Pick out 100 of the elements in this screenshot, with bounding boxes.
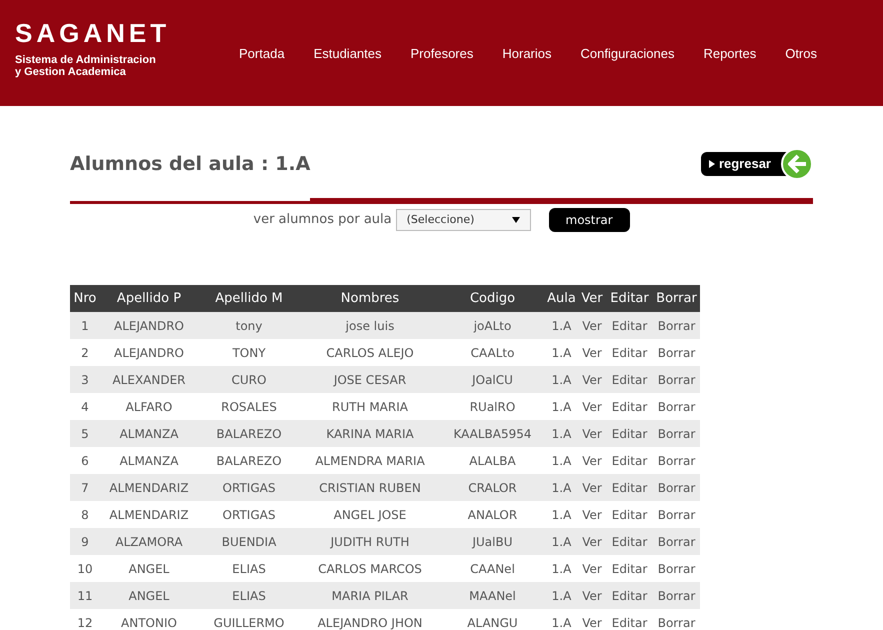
table-cell: 3 <box>70 366 100 393</box>
table-cell: 2 <box>70 339 100 366</box>
table-cell: 1.A <box>545 582 578 609</box>
action-link[interactable]: Editar <box>606 528 653 555</box>
table-cell: 1.A <box>545 366 578 393</box>
action-link[interactable]: Borrar <box>653 447 700 474</box>
table-cell: JUDITH RUTH <box>300 528 440 555</box>
action-link[interactable]: Editar <box>606 420 653 447</box>
action-link[interactable]: Ver <box>578 528 606 555</box>
table-cell: KARINA MARIA <box>300 420 440 447</box>
column-header: Ver <box>578 285 606 312</box>
table-cell: CURO <box>198 366 300 393</box>
action-link[interactable]: Ver <box>578 447 606 474</box>
table-cell: ANALOR <box>440 501 545 528</box>
action-link[interactable]: Ver <box>578 474 606 501</box>
action-link[interactable]: Borrar <box>653 420 700 447</box>
action-link[interactable]: Borrar <box>653 474 700 501</box>
action-link[interactable]: Ver <box>578 555 606 582</box>
table-cell: CRISTIAN RUBEN <box>300 474 440 501</box>
show-button[interactable]: mostrar <box>548 208 630 232</box>
action-link[interactable]: Ver <box>578 609 606 630</box>
action-link[interactable]: Editar <box>606 339 653 366</box>
table-cell: ALMANZA <box>100 420 198 447</box>
action-link[interactable]: Editar <box>606 609 653 630</box>
column-header: Aula <box>545 285 578 312</box>
table-cell: ROSALES <box>198 393 300 420</box>
table-cell: ALMENDRA MARIA <box>300 447 440 474</box>
action-link[interactable]: Borrar <box>653 528 700 555</box>
logo-tagline: Sistema de Administracion <box>15 54 157 66</box>
table-cell: RUTH MARIA <box>300 393 440 420</box>
action-link[interactable]: Editar <box>606 366 653 393</box>
action-link[interactable]: Editar <box>606 393 653 420</box>
logo-text: SAGANET <box>15 18 170 48</box>
page-title: Alumnos del aula : 1.A <box>70 152 310 177</box>
nav-link[interactable]: Portada <box>239 44 285 64</box>
table-cell: ALEXANDER <box>100 366 198 393</box>
table-cell: 6 <box>70 447 100 474</box>
action-link[interactable]: Editar <box>606 474 653 501</box>
table-cell: 10 <box>70 555 100 582</box>
table-cell: 4 <box>70 393 100 420</box>
nav-link[interactable]: Reportes <box>703 44 756 64</box>
action-link[interactable]: Editar <box>606 555 653 582</box>
action-link[interactable]: Ver <box>578 420 606 447</box>
table-cell: BALAREZO <box>198 447 300 474</box>
table-cell: ALANGU <box>440 609 545 630</box>
table-cell: KAALBA5954 <box>440 420 545 447</box>
action-link[interactable]: Borrar <box>653 501 700 528</box>
action-link[interactable]: Borrar <box>653 393 700 420</box>
table-cell: 1 <box>70 312 100 339</box>
table-cell: 1.A <box>545 501 578 528</box>
table-cell: 5 <box>70 420 100 447</box>
nav-link[interactable]: Estudiantes <box>314 44 382 64</box>
table-cell: 1.A <box>545 447 578 474</box>
nav-link[interactable]: Configuraciones <box>580 44 674 64</box>
action-link[interactable]: Editar <box>606 501 653 528</box>
table-cell: MARIA PILAR <box>300 582 440 609</box>
action-link[interactable]: Borrar <box>653 312 700 339</box>
action-link[interactable]: Ver <box>578 339 606 366</box>
table-cell: CARLOS ALEJO <box>300 339 440 366</box>
table-cell: ELIAS <box>198 582 300 609</box>
action-link[interactable]: Ver <box>578 312 606 339</box>
table-cell: ALALBA <box>440 447 545 474</box>
nav-link[interactable]: Profesores <box>410 44 474 64</box>
table-cell: 12 <box>70 609 100 630</box>
table-cell: JOSE CESAR <box>300 366 440 393</box>
table-cell: BALAREZO <box>198 420 300 447</box>
table-cell: 9 <box>70 528 100 555</box>
table-cell: CAANel <box>440 555 545 582</box>
table-cell: 11 <box>70 582 100 609</box>
action-link[interactable]: Borrar <box>653 609 700 630</box>
table-cell: 7 <box>70 474 100 501</box>
table-cell: 1.A <box>545 339 578 366</box>
table-cell: ALZAMORA <box>100 528 198 555</box>
classroom-select[interactable]: (Seleccione) <box>396 209 531 231</box>
action-link[interactable]: Borrar <box>653 366 700 393</box>
table-cell: 8 <box>70 501 100 528</box>
table-cell: MAANel <box>440 582 545 609</box>
action-link[interactable]: Editar <box>606 447 653 474</box>
table-cell: ALEJANDRO <box>100 312 198 339</box>
table-cell: ALEJANDRO <box>100 339 198 366</box>
action-link[interactable]: Ver <box>578 366 606 393</box>
nav-link[interactable]: Horarios <box>502 44 552 64</box>
action-link[interactable]: Borrar <box>653 582 700 609</box>
table-cell: tony <box>198 312 300 339</box>
action-link[interactable]: Ver <box>578 582 606 609</box>
action-link[interactable]: Ver <box>578 501 606 528</box>
table-cell: ANGEL <box>100 582 198 609</box>
logo-tagline: y Gestion Academica <box>15 66 127 78</box>
column-header: Nombres <box>300 285 440 312</box>
action-link[interactable]: Borrar <box>653 555 700 582</box>
table-cell: RUalRO <box>440 393 545 420</box>
table-cell: ALFARO <box>100 393 198 420</box>
nav-link[interactable]: Otros <box>785 44 817 64</box>
action-link[interactable]: Editar <box>606 312 653 339</box>
action-link[interactable]: Ver <box>578 393 606 420</box>
table-cell: ORTIGAS <box>198 501 300 528</box>
action-link[interactable]: Editar <box>606 582 653 609</box>
action-link[interactable]: Borrar <box>653 339 700 366</box>
table-cell: ANTONIO <box>100 609 198 630</box>
column-header: Editar <box>606 285 653 312</box>
